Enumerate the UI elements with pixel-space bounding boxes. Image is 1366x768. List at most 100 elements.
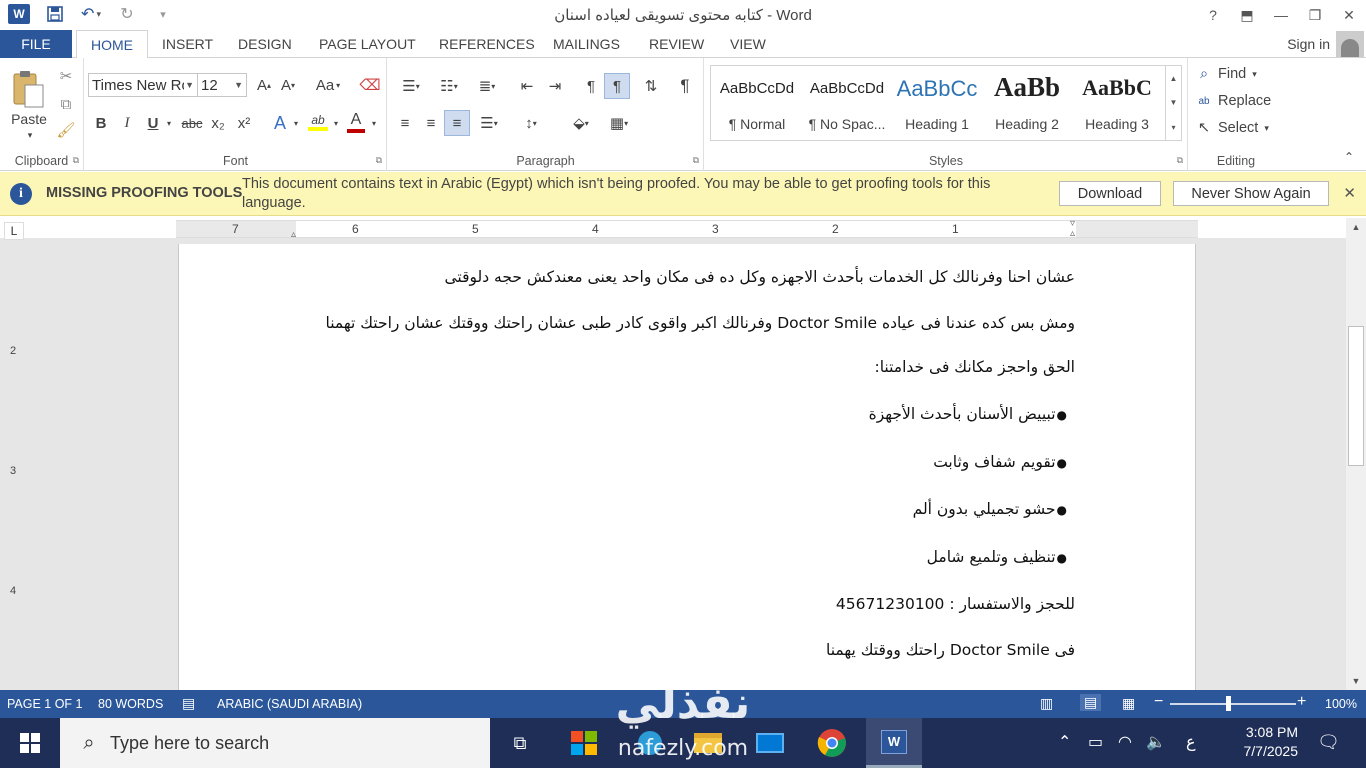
close-button[interactable]: ✕ xyxy=(1332,0,1366,30)
bullets-icon[interactable]: ☰ ▾ xyxy=(394,75,428,97)
tab-design[interactable]: DESIGN xyxy=(224,30,306,58)
close-icon[interactable]: ✕ xyxy=(1343,184,1356,202)
align-left-icon[interactable]: ≡ xyxy=(394,112,416,134)
clipboard-launcher-icon[interactable]: ⧉ xyxy=(73,155,79,166)
numbering-icon[interactable]: ☷ ▾ xyxy=(432,75,466,97)
change-case-button[interactable]: Aa ▾ xyxy=(311,75,345,95)
mail-icon[interactable] xyxy=(742,718,798,768)
tab-page-layout[interactable]: PAGE LAYOUT xyxy=(305,30,430,58)
styles-launcher-icon[interactable]: ⧉ xyxy=(1177,155,1183,166)
horizontal-ruler[interactable]: 7 6 5 4 3 2 1 ▵ ▿ ▵ xyxy=(176,219,1198,240)
right-to-left-icon[interactable]: ¶ xyxy=(604,73,630,99)
style-heading-3[interactable]: AaBbC Heading 3 xyxy=(1072,66,1162,140)
left-indent-marker-icon[interactable]: ▵ xyxy=(291,229,296,240)
battery-icon[interactable]: ▭ xyxy=(1088,732,1103,752)
list-item[interactable]: تنظيف وتلميع شامل xyxy=(927,548,1067,566)
copy-icon[interactable]: ⧉ xyxy=(56,94,76,114)
vertical-ruler[interactable]: 2 3 4 xyxy=(6,245,22,690)
italic-button[interactable]: I xyxy=(117,112,137,134)
increase-indent-icon[interactable]: ⇥ xyxy=(544,75,566,97)
read-mode-icon[interactable]: ▥ xyxy=(1040,695,1053,712)
style-heading-2[interactable]: AaBb Heading 2 xyxy=(982,66,1072,140)
wifi-icon[interactable]: ◠ xyxy=(1118,732,1132,752)
font-name-combo[interactable]: Times New Roman▼ xyxy=(88,73,198,97)
scroll-up-icon[interactable]: ▲ xyxy=(1346,218,1366,236)
paste-icon[interactable] xyxy=(8,66,48,112)
store-icon[interactable] xyxy=(556,718,612,768)
style-normal[interactable]: AaBbCcDd ¶ Normal xyxy=(712,66,802,140)
shading-icon[interactable]: ⬙ ▾ xyxy=(564,112,598,134)
collapse-ribbon-icon[interactable]: ⌃ xyxy=(1340,148,1358,166)
underline-dropdown-icon[interactable]: ▾ xyxy=(163,112,175,134)
restore-button[interactable]: ❐ xyxy=(1298,0,1332,30)
scroll-down-icon[interactable]: ▼ xyxy=(1346,672,1366,690)
chevron-up-icon[interactable]: ▲ xyxy=(1170,74,1178,83)
doc-line[interactable]: الحق واحجز مكانك فى خدامتنا: xyxy=(874,358,1075,376)
left-to-right-icon[interactable]: ¶ xyxy=(580,75,602,97)
tab-home[interactable]: HOME xyxy=(76,30,148,59)
word-taskbar-icon[interactable]: W xyxy=(866,718,922,768)
tab-selector[interactable]: L xyxy=(4,222,24,240)
help-button[interactable]: ? xyxy=(1196,0,1230,30)
input-language[interactable]: ع xyxy=(1186,732,1196,752)
sign-in-link[interactable]: Sign in xyxy=(1287,36,1330,52)
ribbon-display-options-button[interactable]: ⬒ xyxy=(1230,0,1264,30)
edge-icon[interactable] xyxy=(622,718,678,768)
list-item[interactable]: تقويم شفاف وثابت xyxy=(933,453,1067,471)
decrease-indent-icon[interactable]: ⇤ xyxy=(516,75,538,97)
borders-icon[interactable]: ▦ ▾ xyxy=(602,112,636,134)
list-item[interactable]: حشو تجميلي بدون ألم xyxy=(913,500,1067,518)
align-right-icon[interactable]: ≡ xyxy=(444,110,470,136)
bold-button[interactable]: B xyxy=(91,112,111,134)
replace-button[interactable]: ab Replace xyxy=(1196,93,1271,109)
format-painter-icon[interactable]: 🖌 xyxy=(56,120,76,140)
volume-icon[interactable]: 🔈 xyxy=(1146,732,1166,752)
doc-line[interactable]: ومش بس كده عندنا فى عياده Doctor Smile و… xyxy=(326,314,1076,332)
underline-button[interactable]: U xyxy=(143,112,163,134)
download-button[interactable]: Download xyxy=(1059,181,1161,206)
find-button[interactable]: ⌕ Find ▾ xyxy=(1196,66,1257,82)
multilevel-list-icon[interactable]: ≣ ▾ xyxy=(470,75,504,97)
taskbar-search-box[interactable]: ⌕ Type here to search xyxy=(60,718,490,768)
tab-file[interactable]: FILE xyxy=(0,30,72,58)
style-no-spacing[interactable]: AaBbCcDd ¶ No Spac... xyxy=(802,66,892,140)
doc-line[interactable]: عشان احنا وفرنالك كل الخدمات بأحدث الاجه… xyxy=(444,268,1075,286)
tab-review[interactable]: REVIEW xyxy=(635,30,718,58)
shrink-font-icon[interactable]: A ▾ xyxy=(277,75,299,95)
web-layout-icon[interactable]: ▦ xyxy=(1122,695,1135,712)
zoom-slider[interactable] xyxy=(1170,703,1296,705)
zoom-slider-thumb[interactable] xyxy=(1225,696,1231,711)
font-color-button[interactable]: A xyxy=(345,110,367,134)
scroll-thumb[interactable] xyxy=(1348,326,1364,466)
right-indent-marker-icon[interactable]: ▿ ▵ xyxy=(1070,219,1075,239)
superscript-button[interactable]: x² xyxy=(233,112,255,134)
avatar[interactable] xyxy=(1336,31,1364,57)
zoom-in-icon[interactable]: + xyxy=(1297,693,1306,711)
file-explorer-icon[interactable] xyxy=(680,718,736,768)
doc-line[interactable]: فى Doctor Smile راحتك ووقتك يهمنا xyxy=(826,641,1075,659)
vertical-scrollbar[interactable]: ▲ ▼ xyxy=(1346,218,1366,690)
clear-formatting-icon[interactable]: ⌫ xyxy=(359,75,381,95)
task-view-icon[interactable]: ⧉ xyxy=(492,718,548,768)
style-heading-1[interactable]: AaBbCc Heading 1 xyxy=(892,66,982,140)
notifications-icon[interactable]: 🗨 xyxy=(1317,732,1340,753)
strikethrough-button[interactable]: abc xyxy=(179,112,205,134)
chrome-icon[interactable] xyxy=(804,718,860,768)
more-styles-icon[interactable]: ▾ xyxy=(1171,123,1175,132)
proofing-icon[interactable]: ▤ xyxy=(182,695,195,712)
line-spacing-icon[interactable]: ↕ ▾ xyxy=(514,112,548,134)
subscript-button[interactable]: x₂ xyxy=(207,112,229,134)
align-center-icon[interactable]: ≡ xyxy=(420,112,442,134)
never-show-again-button[interactable]: Never Show Again xyxy=(1173,181,1329,206)
chevron-down-icon[interactable]: ▼ xyxy=(1170,98,1178,107)
start-button[interactable] xyxy=(0,718,60,768)
text-effects-button[interactable]: A xyxy=(269,112,291,134)
paragraph-launcher-icon[interactable]: ⧉ xyxy=(693,155,699,166)
font-color-dropdown-icon[interactable]: ▾ xyxy=(369,112,379,134)
list-item[interactable]: تبييض الأسنان بأحدث الأجهزة xyxy=(869,405,1067,423)
justify-icon[interactable]: ☰ ▾ xyxy=(472,112,506,134)
tab-view[interactable]: VIEW xyxy=(716,30,780,58)
tab-references[interactable]: REFERENCES xyxy=(425,30,549,58)
sort-icon[interactable]: ⇅ xyxy=(640,75,662,97)
print-layout-icon[interactable]: ▤ xyxy=(1080,694,1102,711)
